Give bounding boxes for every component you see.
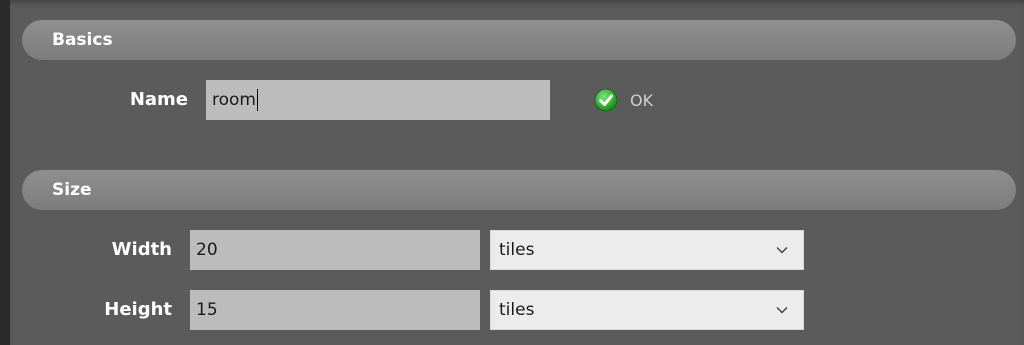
name-input[interactable]: room: [206, 80, 550, 120]
section-header-size[interactable]: Size: [22, 170, 1016, 210]
height-unit-select[interactable]: tiles: [490, 290, 804, 330]
section-title: Size: [52, 180, 92, 200]
status-text: OK: [630, 90, 654, 110]
width-input[interactable]: 20: [190, 230, 480, 270]
width-unit-value: tiles: [499, 240, 535, 260]
chevron-down-icon: [776, 246, 788, 254]
height-label: Height: [104, 299, 172, 320]
height-input-value: 15: [196, 300, 218, 320]
section-title: Basics: [52, 30, 113, 50]
height-unit-value: tiles: [499, 300, 535, 320]
name-label: Name: [129, 89, 188, 110]
width-label: Width: [111, 239, 172, 260]
width-unit-select[interactable]: tiles: [490, 230, 804, 270]
chevron-down-icon: [776, 306, 788, 314]
check-circle-icon: [594, 88, 618, 112]
name-input-value: room: [212, 90, 256, 110]
height-input[interactable]: 15: [190, 290, 480, 330]
width-input-value: 20: [196, 240, 218, 260]
name-validation-status: OK: [594, 86, 653, 114]
text-cursor: [256, 89, 258, 111]
section-header-basics[interactable]: Basics: [22, 20, 1016, 60]
